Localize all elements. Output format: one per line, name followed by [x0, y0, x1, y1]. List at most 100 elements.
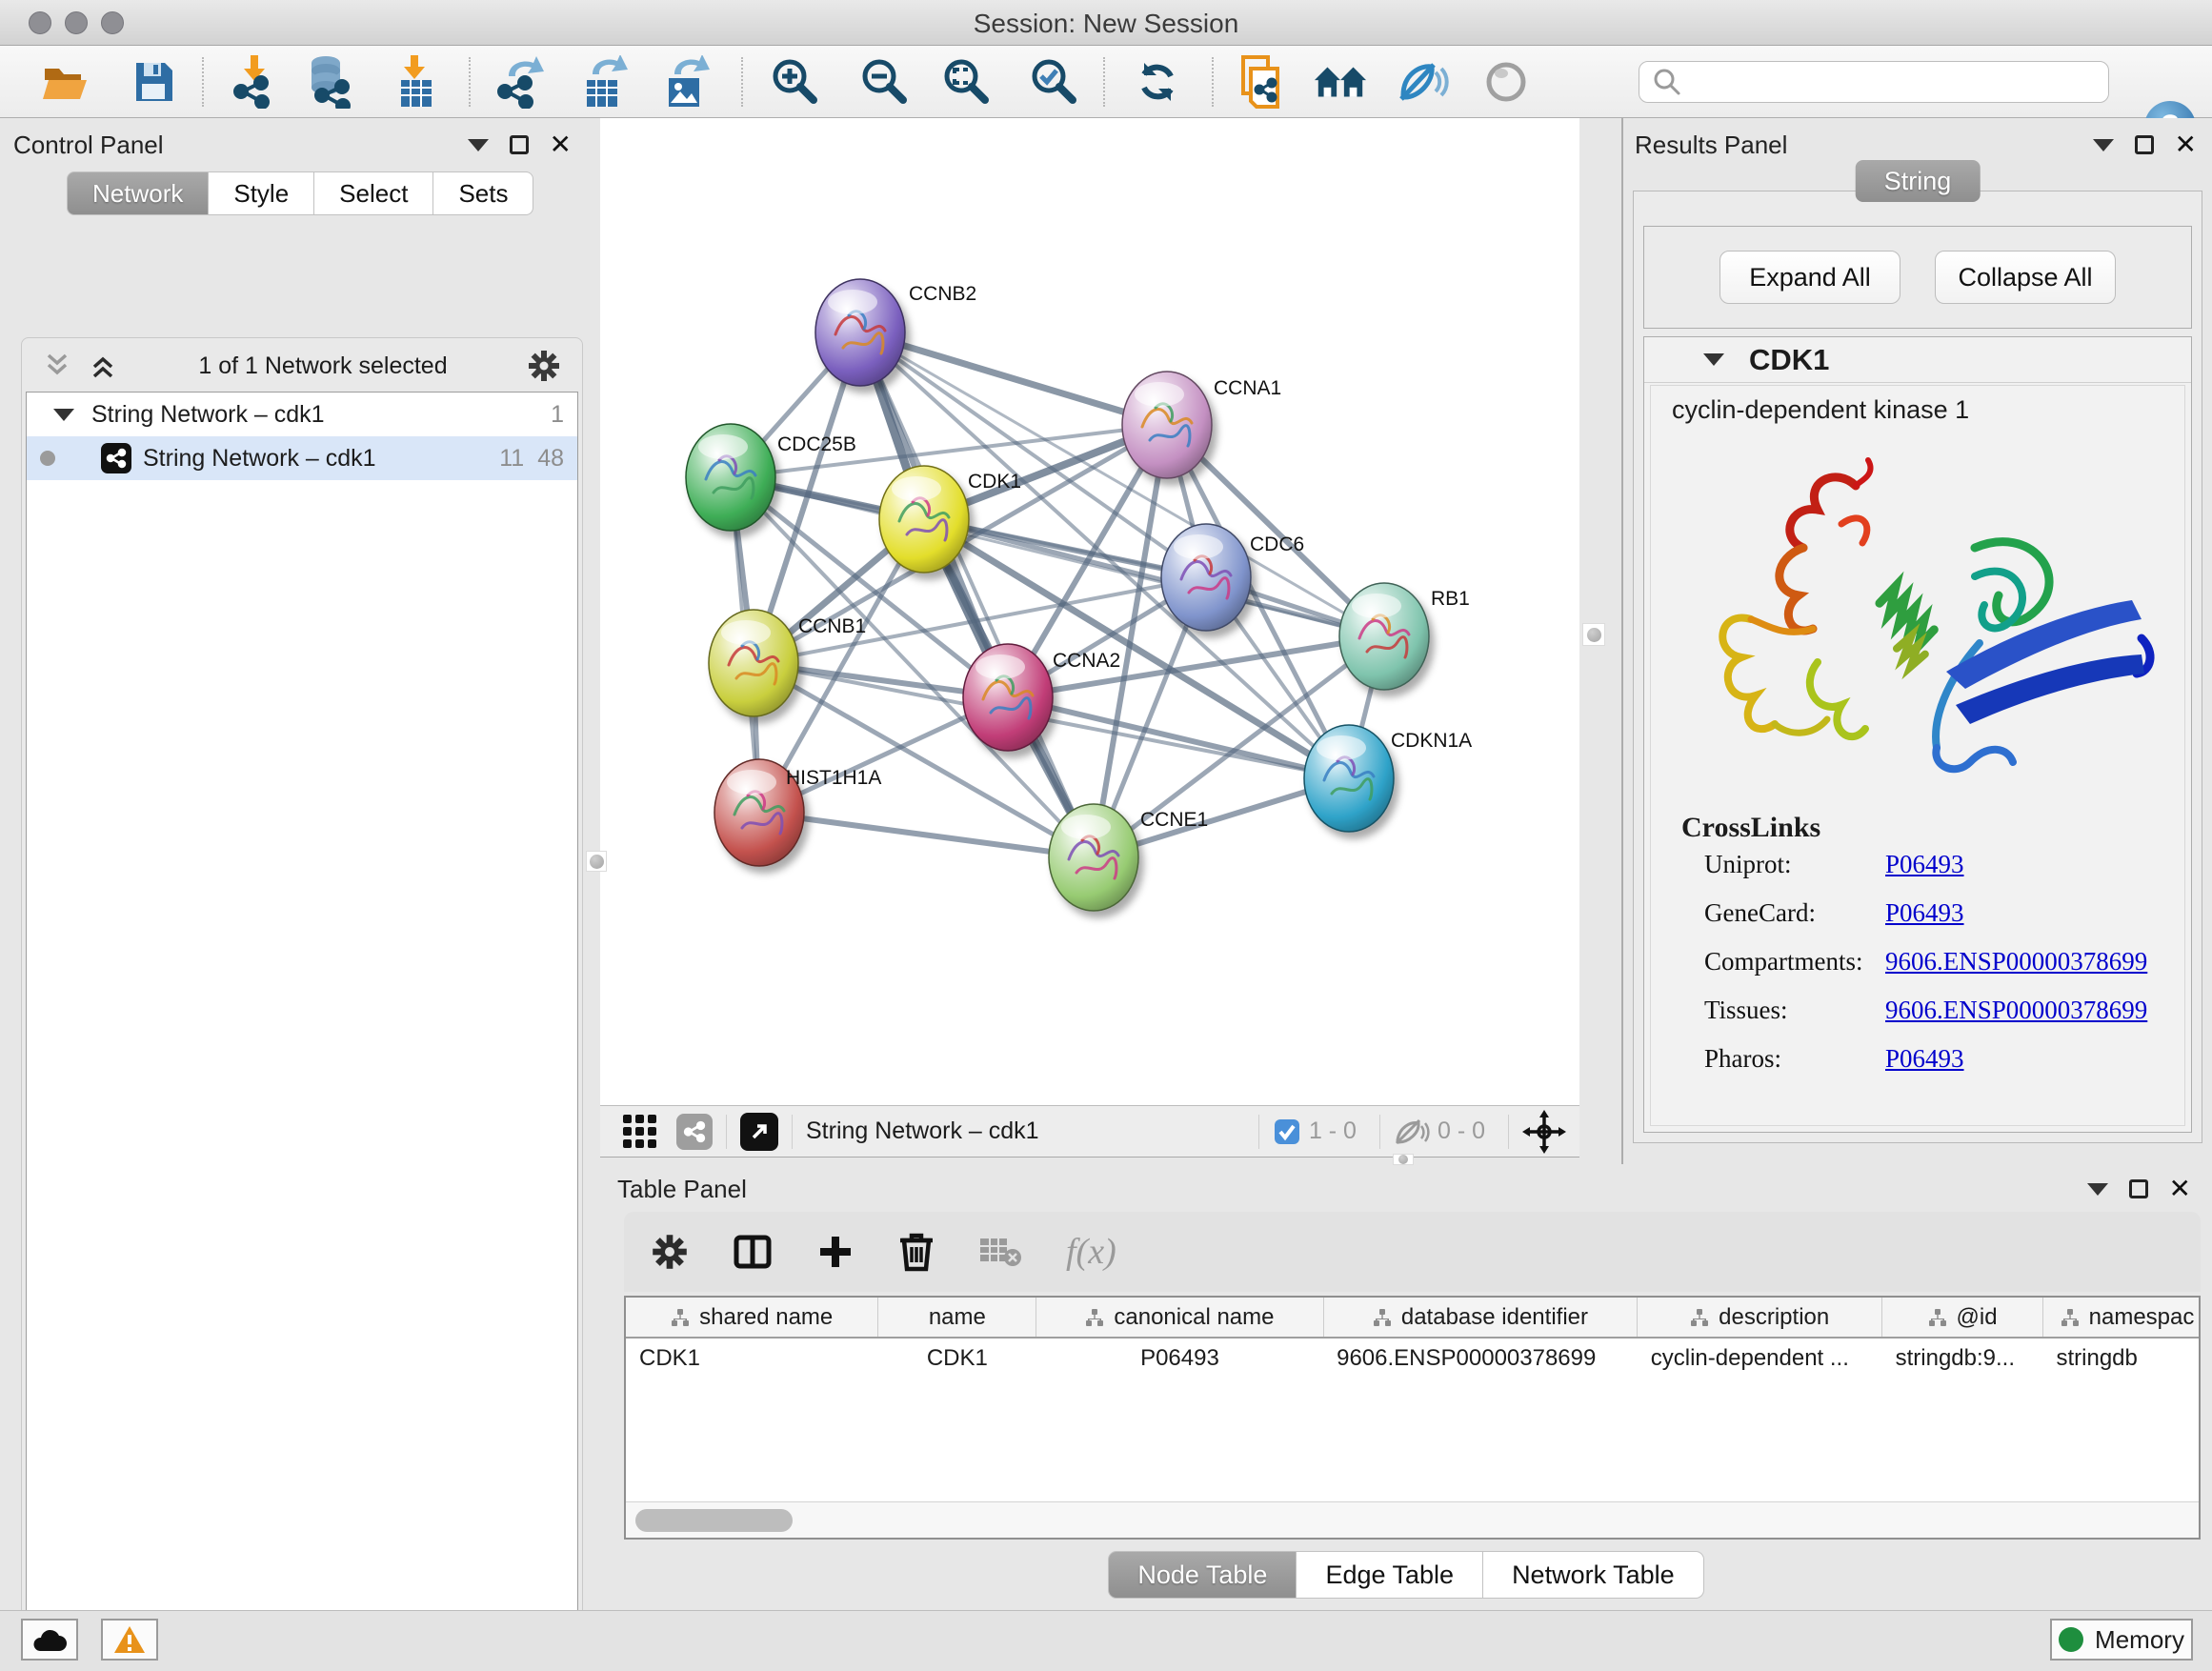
close-panel-icon[interactable]: ✕: [2169, 1176, 2191, 1202]
table-row[interactable]: CDK1CDK1P064939606.ENSP00000378699cyclin…: [626, 1338, 2201, 1378]
collapse-all-icon[interactable]: [41, 352, 73, 380]
column-header-description[interactable]: description: [1638, 1298, 1882, 1338]
export-network-icon[interactable]: [493, 55, 549, 109]
column-header-canonical-name[interactable]: canonical name: [1036, 1298, 1323, 1338]
column-header-@id[interactable]: @id: [1882, 1298, 2043, 1338]
panel-menu-icon[interactable]: [2087, 1183, 2108, 1196]
tab-edge-table[interactable]: Edge Table: [1297, 1551, 1483, 1599]
network-canvas[interactable]: CCNB2CCNA1CDC25BCDK1CDC6RB1CCNB1CCNA2CDK…: [600, 118, 1579, 1105]
node-CDC6[interactable]: [1161, 524, 1251, 631]
node-CDC25B[interactable]: [686, 424, 775, 531]
tab-node-table[interactable]: Node Table: [1108, 1551, 1297, 1599]
network-row[interactable]: String Network – cdk1 11 48: [27, 436, 577, 480]
float-panel-icon[interactable]: [2129, 1179, 2148, 1198]
cell-shared-name[interactable]: CDK1: [626, 1338, 878, 1378]
crosslink-link[interactable]: 9606.ENSP00000378699: [1885, 996, 2147, 1025]
expand-all-button[interactable]: Expand All: [1719, 251, 1900, 304]
cell-name[interactable]: CDK1: [878, 1338, 1036, 1378]
expand-all-icon[interactable]: [87, 352, 119, 380]
export-image-icon[interactable]: [657, 55, 713, 109]
pan-navigate-icon[interactable]: [1522, 1110, 1566, 1154]
column-header-shared-name[interactable]: shared name: [626, 1298, 878, 1338]
scrollbar-thumb[interactable]: [635, 1509, 793, 1532]
column-header-name[interactable]: name: [878, 1298, 1036, 1338]
column-header-namespac[interactable]: namespac: [2042, 1298, 2201, 1338]
edge-CCNB2-CCNA1[interactable]: [860, 332, 1167, 425]
search-input[interactable]: [1683, 64, 2108, 100]
import-network-database-icon[interactable]: [303, 55, 358, 109]
enhance-view-icon[interactable]: [1395, 55, 1450, 109]
tab-string[interactable]: String: [1856, 160, 1981, 202]
node-CCNB2[interactable]: [815, 279, 905, 386]
float-panel-icon[interactable]: [510, 135, 529, 154]
tab-sets[interactable]: Sets: [433, 171, 533, 215]
import-network-file-icon[interactable]: [227, 55, 282, 109]
zoom-in-icon[interactable]: [768, 55, 823, 109]
tab-style[interactable]: Style: [209, 171, 314, 215]
refresh-icon[interactable]: [1130, 55, 1185, 109]
node-CCNB1[interactable]: [709, 610, 798, 716]
network-collection-row[interactable]: String Network – cdk1 1: [27, 393, 577, 436]
collapse-all-button[interactable]: Collapse All: [1935, 251, 2116, 304]
close-panel-icon[interactable]: ✕: [550, 131, 572, 158]
right-splitter-handle[interactable]: [1582, 623, 1605, 646]
delete-column-icon[interactable]: [898, 1231, 935, 1273]
cell-canonical-name[interactable]: P06493: [1036, 1338, 1323, 1378]
bottom-splitter-handle[interactable]: [1393, 1154, 1414, 1165]
tab-select[interactable]: Select: [314, 171, 433, 215]
gear-icon[interactable]: [527, 349, 561, 383]
save-session-icon[interactable]: [126, 55, 181, 109]
float-panel-icon[interactable]: [2135, 135, 2154, 154]
node-table[interactable]: shared name namecanonical namedatabase id…: [624, 1296, 2201, 1540]
memory-button[interactable]: Memory: [2050, 1619, 2193, 1661]
export-table-icon[interactable]: [577, 55, 633, 109]
warning-status-button[interactable]: [101, 1619, 158, 1661]
sphere-icon[interactable]: [1478, 55, 1534, 109]
crosslink-link[interactable]: P06493: [1885, 850, 1964, 879]
node-CCNA1[interactable]: [1122, 372, 1212, 478]
zoom-selected-icon[interactable]: [1027, 55, 1082, 109]
column-label: shared name: [699, 1304, 833, 1331]
node-CCNE1[interactable]: [1049, 804, 1138, 911]
tab-network-table[interactable]: Network Table: [1483, 1551, 1704, 1599]
add-column-icon[interactable]: [816, 1233, 855, 1271]
crosslink-link[interactable]: P06493: [1885, 1044, 1964, 1074]
cloud-status-button[interactable]: [21, 1619, 78, 1661]
node-RB1[interactable]: [1339, 583, 1429, 690]
network-share-view-icon[interactable]: [676, 1114, 713, 1150]
collapse-entry-icon[interactable]: [1703, 353, 1724, 366]
table-settings-gear-icon[interactable]: [651, 1233, 689, 1271]
edge-HIST1H1A-CCNE1[interactable]: [759, 813, 1094, 857]
node-CDK1[interactable]: [879, 466, 969, 573]
cell-namespac[interactable]: stringdb: [2042, 1338, 2201, 1378]
cell-database-identifier[interactable]: 9606.ENSP00000378699: [1323, 1338, 1638, 1378]
crosslink-link[interactable]: 9606.ENSP00000378699: [1885, 947, 2147, 976]
collection-caret-icon[interactable]: [53, 409, 74, 421]
zoom-out-icon[interactable]: [857, 55, 913, 109]
column-header-database-identifier[interactable]: database identifier: [1323, 1298, 1638, 1338]
string-network-graph[interactable]: CCNB2CCNA1CDC25BCDK1CDC6RB1CCNB1CCNA2CDK…: [600, 118, 1579, 1105]
tab-network[interactable]: Network: [67, 171, 209, 215]
import-table-file-icon[interactable]: [389, 55, 444, 109]
crosslink-link[interactable]: P06493: [1885, 898, 1964, 928]
cell-@id[interactable]: stringdb:9...: [1882, 1338, 2043, 1378]
copy-network-icon[interactable]: [1235, 55, 1290, 109]
edge-CCNB2-CCNE1[interactable]: [860, 332, 1094, 857]
grid-view-icon[interactable]: [619, 1111, 661, 1153]
left-splitter-handle[interactable]: [586, 851, 607, 872]
close-panel-icon[interactable]: ✕: [2175, 131, 2197, 158]
panel-menu-icon[interactable]: [468, 139, 489, 151]
open-file-icon[interactable]: [38, 55, 93, 109]
selected-checkbox-icon[interactable]: [1273, 1117, 1301, 1146]
node-CDKN1A[interactable]: [1304, 725, 1394, 832]
panel-menu-icon[interactable]: [2093, 139, 2114, 151]
node-result-header[interactable]: CDK1: [1644, 337, 2191, 383]
open-in-window-icon[interactable]: [740, 1113, 778, 1151]
string-home-icon[interactable]: [1313, 55, 1368, 109]
zoom-fit-icon[interactable]: [939, 55, 995, 109]
table-horizontal-scrollbar[interactable]: [626, 1501, 2199, 1538]
cell-description[interactable]: cyclin-dependent ...: [1638, 1338, 1882, 1378]
show-columns-icon[interactable]: [733, 1232, 773, 1272]
search-box[interactable]: [1639, 61, 2109, 103]
node-CCNA2[interactable]: [963, 644, 1053, 751]
